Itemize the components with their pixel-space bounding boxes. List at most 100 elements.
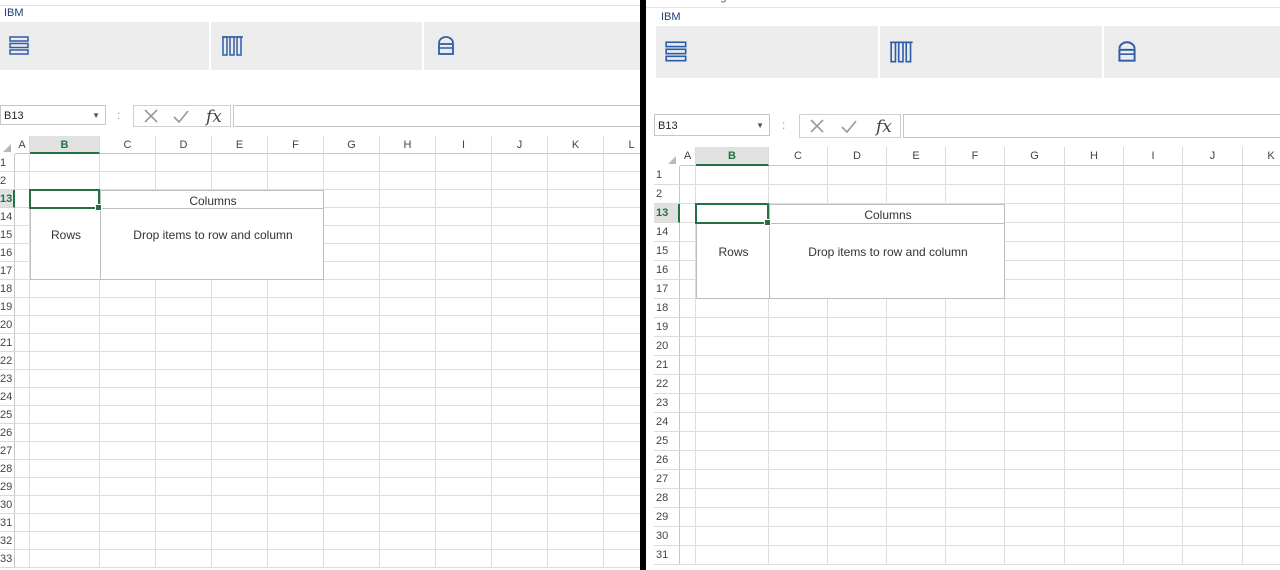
formula-input[interactable] [903,114,1280,138]
ribbon-group-columns[interactable] [880,26,1104,78]
column-header-e[interactable]: E [212,136,268,154]
column-header-b[interactable]: B [696,147,769,166]
row-header-20[interactable]: 20 [0,316,15,334]
formula-input[interactable] [233,105,640,127]
column-header-b[interactable]: B [30,136,100,154]
column-header-d[interactable]: D [828,147,887,166]
row-header-25[interactable]: 25 [0,406,15,424]
ribbon-group-data[interactable] [424,22,640,70]
row-header-29[interactable]: 29 [654,508,680,527]
row-header-29[interactable]: 29 [0,478,15,496]
column-header-i[interactable]: I [1124,147,1183,166]
ribbon-tab[interactable]: Add [958,0,978,3]
row-header-13[interactable]: 13 [0,190,15,208]
name-box[interactable]: B13 ▼ [0,105,106,125]
row-header-14[interactable]: 14 [654,223,680,242]
data-source-icon [438,36,454,55]
column-header-g[interactable]: G [1005,147,1065,166]
row-header-22[interactable]: 22 [0,352,15,370]
ribbon [0,22,640,70]
row-header-33[interactable]: 33 [0,550,15,568]
column-header-g[interactable]: G [324,136,380,154]
row-header-16[interactable]: 16 [654,261,680,280]
row-header-27[interactable]: 27 [0,442,15,460]
column-header-j[interactable]: J [1183,147,1243,166]
column-header-e[interactable]: E [887,147,946,166]
ribbon-tab[interactable]: Getting Started [691,0,765,3]
row-header-1[interactable]: 1 [654,166,680,185]
column-header-f[interactable]: F [946,147,1005,166]
row-header-15[interactable]: 15 [654,242,680,261]
row-header-28[interactable]: 28 [654,489,680,508]
fx-icon[interactable]: fx [206,107,222,127]
column-header-k[interactable]: K [548,136,604,154]
column-header-c[interactable]: C [100,136,156,154]
check-icon[interactable] [840,117,858,135]
ribbon-group-columns[interactable] [211,22,424,70]
row-header-13[interactable]: 13 [654,204,680,223]
row-header-25[interactable]: 25 [654,432,680,451]
check-icon[interactable] [172,107,190,125]
column-header-d[interactable]: D [156,136,212,154]
fill-handle[interactable] [764,219,771,226]
row-header-23[interactable]: 23 [654,394,680,413]
row-header-31[interactable]: 31 [0,514,15,532]
chevron-down-icon[interactable]: ▼ [756,115,764,137]
row-header-16[interactable]: 16 [0,244,15,262]
column-header-j[interactable]: J [492,136,548,154]
row-header-17[interactable]: 17 [0,262,15,280]
row-header-27[interactable]: 27 [654,470,680,489]
row-header-2[interactable]: 2 [654,185,680,204]
ribbon-tab[interactable]: Content [833,0,872,3]
row-header-24[interactable]: 24 [0,388,15,406]
column-header-k[interactable]: K [1243,147,1280,166]
active-cell-b13[interactable] [695,203,771,226]
row-header-30[interactable]: 30 [0,496,15,514]
fx-icon[interactable]: fx [876,117,892,137]
row-header-21[interactable]: 21 [0,334,15,352]
column-header-c[interactable]: C [769,147,828,166]
ribbon-group-rows[interactable] [656,26,880,78]
column-header-h[interactable]: H [1065,147,1124,166]
column-header-f[interactable]: F [268,136,324,154]
column-header-a[interactable]: A [15,136,30,154]
column-header-a[interactable]: A [680,147,696,166]
name-box[interactable]: B13 ▼ [654,114,770,136]
column-header-i[interactable]: I [436,136,492,154]
row-header-20[interactable]: 20 [654,337,680,356]
column-header-h[interactable]: H [380,136,436,154]
row-header-18[interactable]: 18 [0,280,15,298]
row-header-28[interactable]: 28 [0,460,15,478]
row-header-31[interactable]: 31 [654,546,680,565]
fill-handle[interactable] [95,204,102,211]
row-header-14[interactable]: 14 [0,208,15,226]
worksheet-grid[interactable]: A B C D E F G H I J K L 1 2 13 14 15 16 17 18 19 20 21 22 23 24 25… [0,136,640,570]
row-header-2[interactable]: 2 [0,172,15,190]
row-header-26[interactable]: 26 [0,424,15,442]
row-header-30[interactable]: 30 [654,527,680,546]
row-header-26[interactable]: 26 [654,451,680,470]
row-header-22[interactable]: 22 [654,375,680,394]
chevron-down-icon[interactable]: ▼ [92,106,100,126]
close-icon[interactable] [142,107,160,125]
row-header-17[interactable]: 17 [654,280,680,299]
worksheet-grid[interactable]: A B C D E F G H I J K 1 2 13 14 15 16 17 18 19 20 21 22 23 24 25 2… [654,147,1280,570]
ribbon-group-data[interactable] [1104,26,1280,78]
row-header-21[interactable]: 21 [654,356,680,375]
row-header-19[interactable]: 19 [654,318,680,337]
close-icon[interactable] [808,117,826,135]
row-header-1[interactable]: 1 [0,154,15,172]
select-all-corner[interactable] [668,156,676,164]
row-header-15[interactable]: 15 [0,226,15,244]
ribbon-group-rows[interactable] [0,22,211,70]
row-header-18[interactable]: 18 [654,299,680,318]
row-header-19[interactable]: 19 [0,298,15,316]
ribbon-tab[interactable]: Data [1140,0,1163,3]
column-header-l[interactable]: L [604,136,640,154]
select-all-corner[interactable] [3,144,11,152]
row-header-23[interactable]: 23 [0,370,15,388]
row-header-24[interactable]: 24 [654,413,680,432]
row-header-32[interactable]: 32 [0,532,15,550]
active-cell-b13[interactable] [29,189,102,211]
grid-row-line [15,513,640,514]
